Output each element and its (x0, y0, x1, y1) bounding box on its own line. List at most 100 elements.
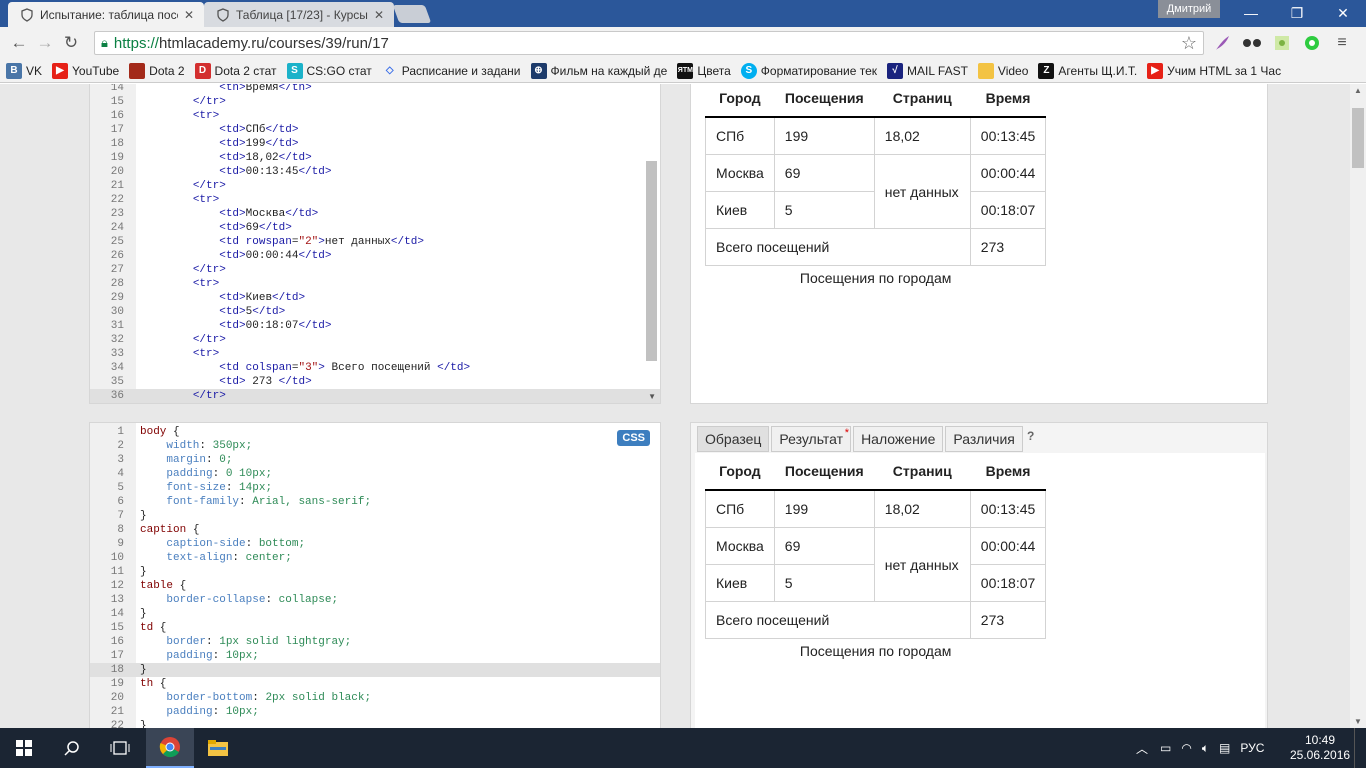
star-icon[interactable]: ☆ (1181, 33, 1197, 54)
forward-icon[interactable]: → (32, 30, 58, 56)
chevron-up-icon[interactable]: ︿ (1136, 740, 1148, 757)
code-line[interactable]: 17 padding: 10px; (90, 649, 660, 663)
page-scroll-thumb[interactable] (1352, 108, 1364, 168)
notification-icon[interactable]: ▤ (1219, 741, 1230, 755)
code-line[interactable]: 16 <tr> (90, 109, 660, 123)
code-line[interactable]: 9 caption-side: bottom; (90, 537, 660, 551)
close-icon[interactable]: ✕ (184, 8, 194, 22)
clock[interactable]: 10:49 25.06.2016 (1290, 733, 1350, 763)
code-line[interactable]: 6 font-family: Arial, sans-serif; (90, 495, 660, 509)
new-tab-button[interactable] (392, 5, 432, 23)
code-line[interactable]: 18 <td>199</td> (90, 137, 660, 151)
tab-result[interactable]: Результат * (771, 426, 852, 452)
close-window-icon[interactable]: ✕ (1320, 0, 1366, 26)
code-line[interactable]: 15 </tr> (90, 95, 660, 109)
bookmark-colors[interactable]: ЯТМ Цвета (677, 62, 731, 79)
code-line[interactable]: 16 border: 1px solid lightgray; (90, 635, 660, 649)
code-line[interactable]: 12 table { (90, 579, 660, 593)
code-line[interactable]: 20 border-bottom: 2px solid black; (90, 691, 660, 705)
back-icon[interactable]: ← (6, 30, 32, 56)
code-line[interactable]: 22 <tr> (90, 193, 660, 207)
grid-extension-icon[interactable] (1270, 31, 1294, 55)
code-line[interactable]: 8 caption { (90, 523, 660, 537)
code-line[interactable]: 31 <td>00:18:07</td> (90, 319, 660, 333)
bookmark-dota2-stats[interactable]: D Dota 2 стат (194, 62, 277, 79)
bookmark-films[interactable]: ⊕ Фильм на каждый де (530, 62, 667, 79)
bookmark-dota2[interactable]: Dota 2 (129, 62, 185, 79)
tab-overlay[interactable]: Наложение (853, 426, 944, 452)
bookmark-formatting[interactable]: S Форматирование тек (740, 62, 877, 79)
code-line[interactable]: 4 padding: 0 10px; (90, 467, 660, 481)
refresh-extension-icon[interactable] (1300, 31, 1324, 55)
code-line[interactable]: 1 body { (90, 425, 660, 439)
code-line[interactable]: 19 <td>18,02</td> (90, 151, 660, 165)
code-line[interactable]: 3 margin: 0; (90, 453, 660, 467)
task-view-icon[interactable] (96, 728, 144, 768)
code-line[interactable]: 14 <th>Время</th> (90, 84, 660, 95)
code-line[interactable]: 34 <td colspan="3"> Всего посещений </td… (90, 361, 660, 375)
code-line[interactable]: 18} (90, 663, 660, 677)
code-line[interactable]: 30 <td>5</td> (90, 305, 660, 319)
code-line[interactable]: 7} (90, 509, 660, 523)
address-bar[interactable]: 🔒︎ https://htmlacademy.ru/courses/39/run… (94, 31, 1204, 55)
help-icon[interactable]: ? (1027, 429, 1034, 443)
chrome-icon[interactable] (146, 728, 194, 768)
glasses-icon[interactable] (1240, 31, 1264, 55)
bookmark-vk[interactable]: B VK (6, 62, 42, 79)
bookmark-html-course[interactable]: ▶ Учим HTML за 1 Час (1147, 62, 1281, 79)
editor-scrollbar[interactable] (646, 161, 657, 361)
html-editor[interactable]: 14 <th>Время</th> 15 </tr> 16 <tr> 17 <td>С… (89, 84, 661, 404)
code-line[interactable]: 13 border-collapse: collapse; (90, 593, 660, 607)
bookmark-csgo-stats[interactable]: S CS:GO стат (286, 62, 372, 79)
bookmark-schedule[interactable]: ◇ Расписание и задани (382, 63, 521, 79)
scroll-up-arrow[interactable]: ▲ (1354, 86, 1362, 95)
code-line[interactable]: 14} (90, 607, 660, 621)
bookmark-mail-fast[interactable]: √ MAIL FAST (887, 62, 968, 79)
bookmark-agents-shield[interactable]: Z Агенты Щ.И.Т. (1038, 62, 1137, 79)
code-line[interactable]: 24 <td>69</td> (90, 221, 660, 235)
windows-start-icon[interactable] (0, 728, 48, 768)
code-line[interactable]: 36 </tr> (90, 389, 660, 403)
code-line[interactable]: 10 text-align: center; (90, 551, 660, 565)
reload-icon[interactable]: ↻ (58, 30, 84, 56)
code-line[interactable]: 32 </tr> (90, 333, 660, 347)
code-line[interactable]: 21 padding: 10px; (90, 705, 660, 719)
profile-button[interactable]: Дмитрий (1158, 0, 1220, 18)
code-line[interactable]: 11} (90, 565, 660, 579)
code-line[interactable]: 20 <td>00:13:45</td> (90, 165, 660, 179)
code-line[interactable]: 22} (90, 719, 660, 728)
show-desktop-button[interactable] (1354, 728, 1366, 768)
page-scrollbar[interactable]: ▲ ▼ (1350, 84, 1366, 728)
code-line[interactable]: 27 </tr> (90, 263, 660, 277)
search-icon[interactable] (48, 728, 96, 768)
battery-icon[interactable]: ▭ (1160, 741, 1171, 755)
code-line[interactable]: 33 <tr> (90, 347, 660, 361)
file-explorer-icon[interactable] (194, 728, 242, 768)
code-line[interactable]: 29 <td>Киев</td> (90, 291, 660, 305)
wifi-icon[interactable]: ◠ (1181, 741, 1191, 755)
code-line[interactable]: 28 <tr> (90, 277, 660, 291)
code-line[interactable]: 15 td { (90, 621, 660, 635)
volume-icon[interactable]: 🔈︎ (1202, 741, 1209, 756)
code-line[interactable]: 26 <td>00:00:44</td> (90, 249, 660, 263)
tab-active[interactable]: Испытание: таблица посе ✕ (8, 2, 204, 27)
tab-sample[interactable]: Образец (697, 426, 770, 452)
menu-icon[interactable]: ≡ (1330, 31, 1354, 55)
code-line[interactable]: 25 <td rowspan="2">нет данных</td> (90, 235, 660, 249)
scroll-down-arrow[interactable]: ▼ (1354, 717, 1362, 726)
code-line[interactable]: 19 th { (90, 677, 660, 691)
tab-inactive[interactable]: Таблица [17/23] - Курсы ✕ (204, 2, 394, 27)
bookmark-youtube[interactable]: ▶ YouTube (52, 62, 119, 79)
minimize-icon[interactable]: — (1228, 0, 1274, 26)
code-line[interactable]: 21 </tr> (90, 179, 660, 193)
css-editor[interactable]: 1 body {2 width: 350px; 3 margin: 0; 4 padd… (89, 422, 661, 728)
maximize-icon[interactable]: ❐ (1274, 0, 1320, 26)
language-indicator[interactable]: РУС (1240, 741, 1264, 755)
code-line[interactable]: 5 font-size: 14px; (90, 481, 660, 495)
close-icon[interactable]: ✕ (374, 8, 384, 22)
feather-icon[interactable] (1210, 31, 1234, 55)
code-line[interactable]: 35 <td> 273 </td> (90, 375, 660, 389)
code-line[interactable]: 23 <td>Москва</td> (90, 207, 660, 221)
bookmark-video[interactable]: Video (977, 62, 1028, 79)
code-line[interactable]: 17 <td>СПб</td> (90, 123, 660, 137)
